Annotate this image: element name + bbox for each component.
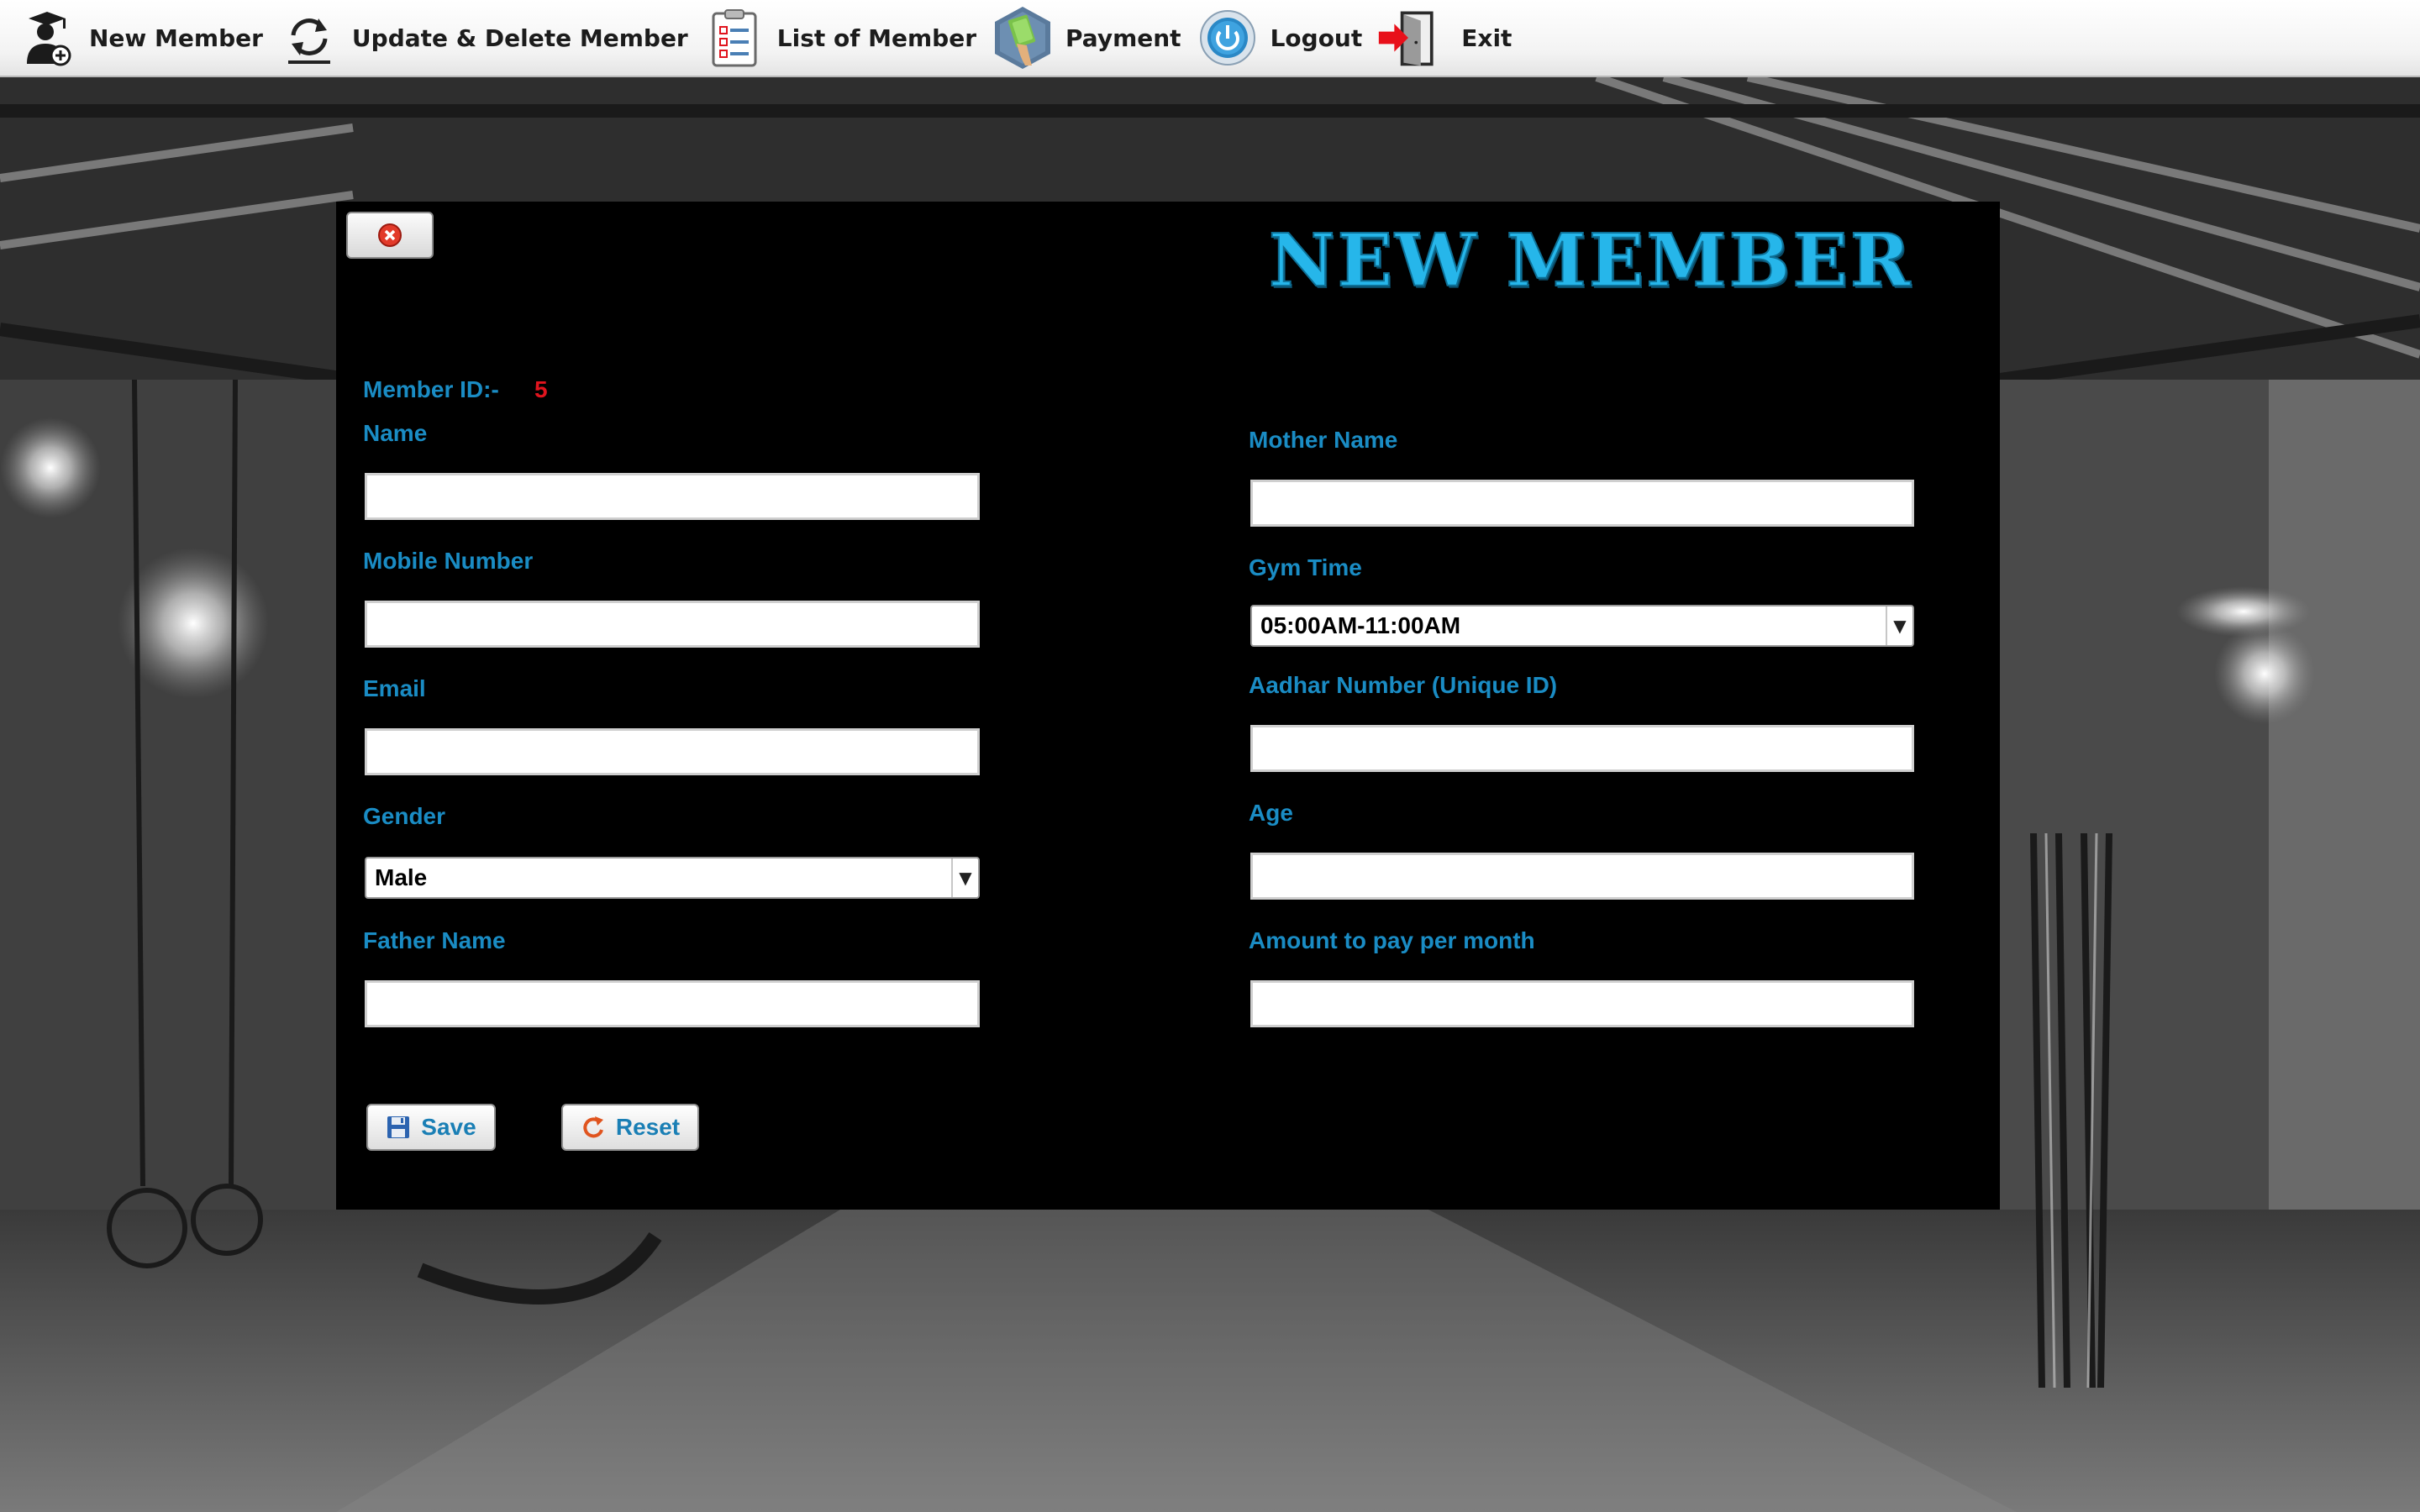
reset-button[interactable]: Reset	[561, 1104, 699, 1151]
toolbar-payment[interactable]: Payment	[992, 4, 1197, 71]
member-id-value: 5	[534, 376, 548, 402]
add-user-icon	[15, 7, 77, 69]
save-button-label: Save	[421, 1114, 476, 1140]
gender-select-value: Male	[375, 864, 428, 890]
toolbar-exit[interactable]: Exit	[1377, 4, 1527, 71]
toolbar-payment-label: Payment	[1065, 24, 1181, 52]
mother-name-label: Mother Name	[1249, 427, 1398, 453]
amount-per-month-label: Amount to pay per month	[1249, 927, 1535, 953]
gender-select[interactable]: Male ▼	[365, 857, 980, 899]
father-name-label: Father Name	[363, 927, 506, 953]
toolbar-update-delete-member[interactable]: Update & Delete Member	[278, 4, 703, 71]
toolbar-new-member-label: New Member	[89, 24, 263, 52]
mobile-number-input[interactable]	[365, 601, 980, 648]
name-label: Name	[363, 420, 428, 446]
father-name-input[interactable]	[365, 980, 980, 1027]
toolbar-list-of-member-label: List of Member	[776, 24, 977, 52]
save-button[interactable]: Save	[366, 1104, 496, 1151]
checklist-icon	[703, 7, 765, 69]
payment-icon	[992, 7, 1054, 69]
email-input[interactable]	[365, 728, 980, 775]
reset-icon	[581, 1115, 606, 1140]
close-button[interactable]	[346, 212, 434, 259]
floppy-disk-icon	[386, 1115, 411, 1140]
gender-label: Gender	[363, 803, 446, 829]
exit-door-icon	[1377, 7, 1439, 69]
aadhar-number-label: Aadhar Number (Unique ID)	[1249, 672, 1558, 698]
toolbar-list-of-member[interactable]: List of Member	[703, 4, 992, 71]
toolbar-exit-label: Exit	[1461, 24, 1512, 52]
amount-per-month-input[interactable]	[1250, 980, 1914, 1027]
member-id-label: Member ID:-	[363, 376, 499, 402]
toolbar-update-delete-label: Update & Delete Member	[351, 24, 688, 52]
gym-time-select-value: 05:00AM-11:00AM	[1260, 612, 1461, 638]
aadhar-number-input[interactable]	[1250, 725, 1914, 772]
top-toolbar: New Member Update & Delete Member List o…	[0, 0, 2420, 77]
new-member-form-panel: NEW MEMBER Member ID:- 5 Name Mobile Num…	[336, 202, 2000, 1210]
mother-name-input[interactable]	[1250, 480, 1914, 527]
toolbar-logout-label: Logout	[1270, 24, 1363, 52]
gym-time-label: Gym Time	[1249, 554, 1362, 580]
toolbar-logout[interactable]: Logout	[1197, 4, 1378, 71]
gym-time-select[interactable]: 05:00AM-11:00AM ▼	[1250, 605, 1914, 647]
name-input[interactable]	[365, 473, 980, 520]
mobile-number-label: Mobile Number	[363, 548, 534, 574]
toolbar-new-member[interactable]: New Member	[15, 4, 278, 71]
reset-button-label: Reset	[615, 1114, 681, 1140]
close-icon	[377, 223, 402, 248]
chevron-down-icon[interactable]: ▼	[1886, 606, 1912, 645]
chevron-down-icon[interactable]: ▼	[951, 858, 978, 897]
power-icon	[1197, 7, 1259, 69]
refresh-icon	[278, 7, 340, 69]
age-input[interactable]	[1250, 853, 1914, 900]
age-label: Age	[1249, 800, 1293, 826]
page-title: NEW MEMBER	[1268, 218, 1913, 304]
email-label: Email	[363, 675, 426, 701]
